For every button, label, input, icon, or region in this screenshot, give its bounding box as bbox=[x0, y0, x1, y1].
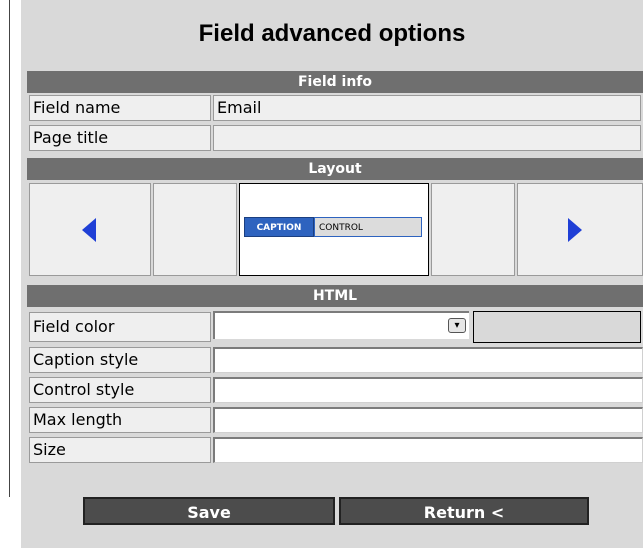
section-header-field-info: Field info bbox=[27, 71, 643, 93]
size-row: Size bbox=[27, 435, 643, 465]
layout-prev-button[interactable] bbox=[29, 183, 151, 276]
max-length-row: Max length bbox=[27, 405, 643, 435]
advanced-options-panel: Field advanced options Field info Field … bbox=[21, 0, 643, 548]
page-title: Field advanced options bbox=[198, 20, 466, 47]
caption-style-row: Caption style bbox=[27, 345, 643, 375]
size-input[interactable] bbox=[213, 437, 643, 463]
field-color-label: Field color bbox=[29, 312, 211, 342]
page-title-value bbox=[213, 125, 641, 151]
page-title-label: Page title bbox=[29, 125, 211, 151]
layout-spacer-right bbox=[431, 183, 515, 276]
layout-selector: CAPTION CONTROL bbox=[27, 180, 643, 282]
left-border-line bbox=[9, 0, 10, 497]
control-style-row: Control style bbox=[27, 375, 643, 405]
max-length-label: Max length bbox=[29, 407, 211, 433]
save-button[interactable]: Save bbox=[83, 497, 335, 525]
caption-style-input[interactable] bbox=[213, 347, 643, 373]
layout-spacer-left bbox=[153, 183, 237, 276]
chevron-down-icon[interactable]: ▾ bbox=[448, 318, 466, 333]
field-name-label: Field name bbox=[29, 95, 211, 121]
preview-caption: CAPTION bbox=[244, 217, 314, 237]
field-color-swatch bbox=[473, 311, 641, 343]
size-label: Size bbox=[29, 437, 211, 463]
field-name-value: Email bbox=[213, 95, 641, 121]
triangle-right-icon bbox=[568, 218, 582, 242]
control-style-input[interactable] bbox=[213, 377, 643, 403]
layout-preview[interactable]: CAPTION CONTROL bbox=[239, 183, 429, 276]
control-style-label: Control style bbox=[29, 377, 211, 403]
preview-control: CONTROL bbox=[314, 217, 422, 237]
section-header-layout: Layout bbox=[27, 158, 643, 180]
max-length-input[interactable] bbox=[213, 407, 643, 433]
section-header-html: HTML bbox=[27, 285, 643, 307]
caption-style-label: Caption style bbox=[29, 347, 211, 373]
field-name-row: Field name Email bbox=[27, 93, 643, 123]
page-title-row: Page title bbox=[27, 123, 643, 153]
field-color-select[interactable]: ▾ bbox=[213, 311, 469, 339]
return-button[interactable]: Return < bbox=[339, 497, 589, 525]
layout-next-button[interactable] bbox=[517, 183, 643, 276]
field-color-row: Field color ▾ bbox=[27, 309, 643, 345]
triangle-left-icon bbox=[82, 218, 96, 242]
